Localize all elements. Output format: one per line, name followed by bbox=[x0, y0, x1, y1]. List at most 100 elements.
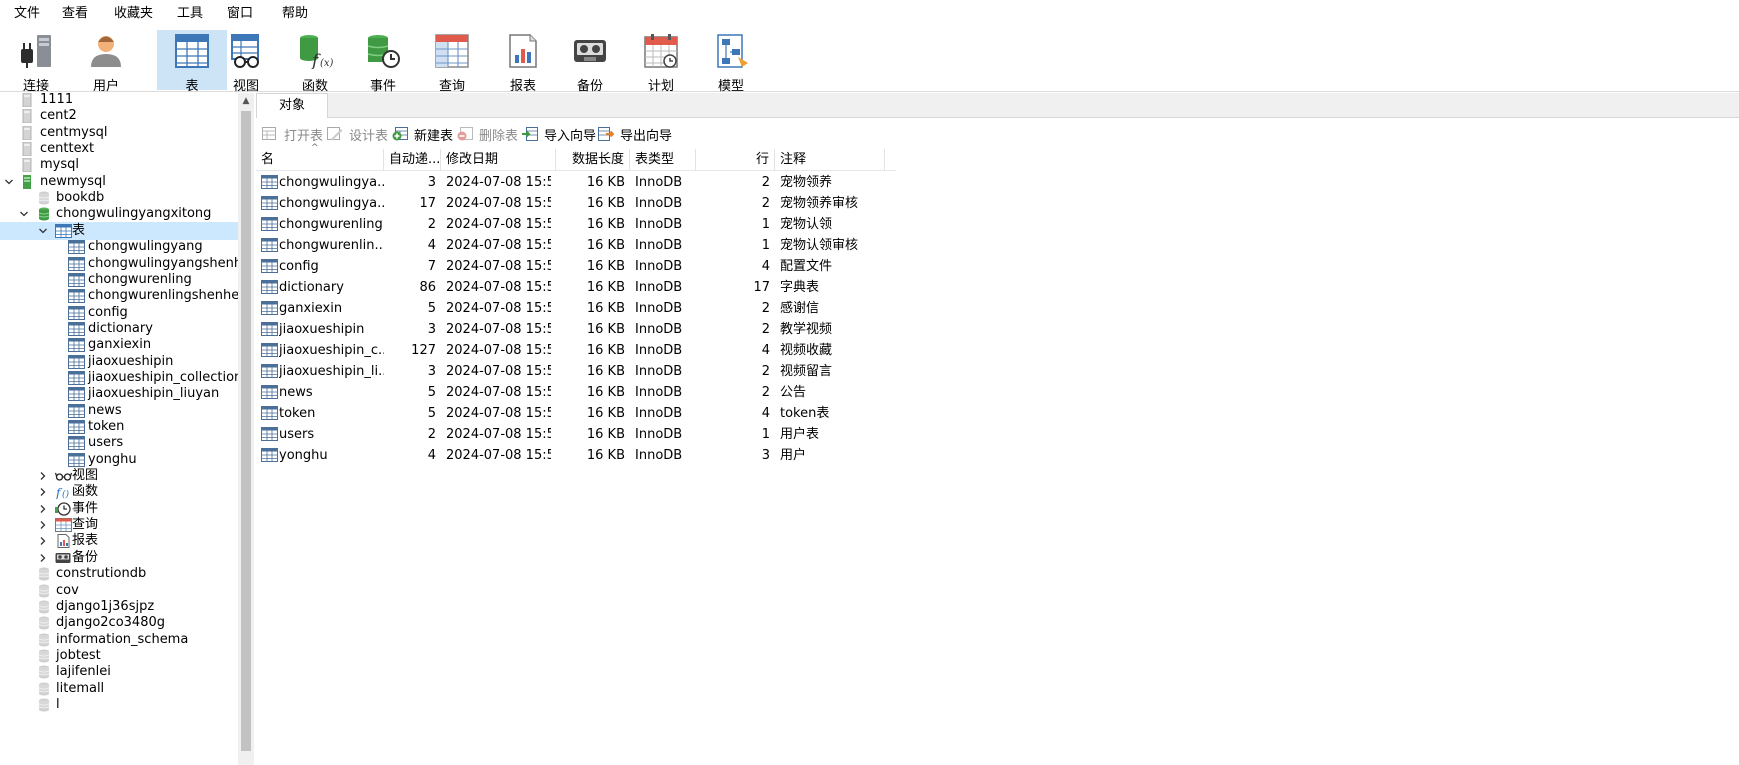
toolbar-event-button[interactable]: 事件 bbox=[350, 30, 416, 94]
tree-item-view[interactable]: 视图 bbox=[0, 467, 238, 485]
tree-item-lajifenlei[interactable]: lajifenlei bbox=[0, 663, 238, 681]
table-row[interactable]: config 7 2024-07-08 15:5... 16 KB InnoDB 4 配置文… bbox=[256, 256, 896, 277]
tree-item-newmysql[interactable]: newmysql bbox=[0, 173, 238, 191]
delete-table-button[interactable]: 删除表 bbox=[457, 123, 518, 145]
tree-item-chongwurenling[interactable]: chongwurenling bbox=[0, 271, 238, 289]
tree-item-table-folder[interactable]: 表 bbox=[0, 221, 238, 240]
tree-item-chongwulingyang[interactable]: chongwulingyang bbox=[0, 238, 238, 256]
export-wizard-button[interactable]: 导出向导 bbox=[598, 123, 672, 145]
column-header-auto-increment[interactable]: 自动递... bbox=[384, 149, 441, 171]
menu-favorites[interactable]: 收藏夹 bbox=[107, 0, 165, 28]
chevron-right-icon[interactable] bbox=[37, 500, 49, 518]
toolbar-view-button[interactable]: 视图 bbox=[213, 30, 279, 94]
tree-item-users[interactable]: users bbox=[0, 434, 238, 452]
table-row[interactable]: chongwulingya... 17 2024-07-08 15:5... 16 K… bbox=[256, 193, 896, 214]
menu-help[interactable]: 帮助 bbox=[275, 0, 320, 28]
action-label: 导出向导 bbox=[620, 128, 673, 144]
tree-item-jobtest[interactable]: jobtest bbox=[0, 647, 238, 665]
menu-tools[interactable]: 工具 bbox=[170, 0, 215, 28]
menu-window[interactable]: 窗口 bbox=[220, 0, 265, 28]
import-wizard-button[interactable]: 导入向导 bbox=[522, 123, 596, 145]
toolbar-connect-button[interactable]: 连接 bbox=[3, 30, 69, 94]
tab-objects[interactable]: 对象 bbox=[256, 93, 328, 118]
toolbar-backup-button[interactable]: 备份 bbox=[557, 30, 623, 94]
tree-item-chongwulingyangxitong[interactable]: chongwulingyangxitong bbox=[0, 205, 238, 223]
toolbar-report-button[interactable]: 报表 bbox=[490, 30, 556, 94]
scroll-up-icon[interactable]: ▲ bbox=[238, 93, 254, 109]
tree-item-bookdb[interactable]: bookdb bbox=[0, 189, 238, 207]
tree-item-dictionary[interactable]: dictionary bbox=[0, 320, 238, 338]
chevron-right-icon[interactable] bbox=[37, 532, 49, 550]
tree-item-litemall[interactable]: litemall bbox=[0, 680, 238, 698]
toolbar-function-button[interactable]: f (x) 函数 bbox=[282, 30, 348, 94]
table-row[interactable]: jiaoxueshipin 3 2024-07-08 15:5... 16 KB Inn… bbox=[256, 319, 896, 340]
table-row[interactable]: news 5 2024-07-08 15:5... 16 KB InnoDB 2 公告 bbox=[256, 382, 896, 403]
cell-modified-date: 2024-07-08 15:5... bbox=[446, 364, 551, 379]
tree-item-query[interactable]: 查询 bbox=[0, 516, 238, 534]
tree-item-jiaoxueshipin[interactable]: jiaoxueshipin bbox=[0, 353, 238, 371]
table-row[interactable]: chongwulingya... 3 2024-07-08 15:5... 16 KB… bbox=[256, 172, 896, 193]
tree-item-label: yonghu bbox=[88, 451, 137, 467]
toolbar-user-button[interactable]: 用户 bbox=[73, 30, 139, 94]
column-header-rows[interactable]: 行 bbox=[696, 149, 775, 171]
calendar-icon bbox=[642, 30, 680, 72]
tree-item-centmysql[interactable]: centmysql bbox=[0, 124, 238, 142]
column-header-modified-date[interactable]: 修改日期 bbox=[441, 149, 556, 171]
tree-scrollbar[interactable]: ▲ bbox=[238, 93, 254, 765]
chevron-right-icon[interactable] bbox=[37, 549, 49, 567]
tree-item-centtext[interactable]: centtext bbox=[0, 140, 238, 158]
tree-item-config[interactable]: config bbox=[0, 304, 238, 322]
toolbar-model-button[interactable]: 模型 bbox=[698, 30, 764, 94]
tree-item-yonghu[interactable]: yonghu bbox=[0, 451, 238, 469]
column-header-comment[interactable]: 注释 bbox=[775, 149, 885, 171]
scrollbar-thumb[interactable] bbox=[241, 111, 251, 751]
tree-item-function[interactable]: f() 函数 bbox=[0, 483, 238, 501]
chevron-down-icon[interactable] bbox=[3, 173, 15, 191]
chevron-down-icon[interactable] bbox=[18, 205, 30, 223]
tree-item-event[interactable]: 事件 bbox=[0, 500, 238, 518]
toolbar-schedule-button[interactable]: 计划 bbox=[628, 30, 694, 94]
table-row[interactable]: token 5 2024-07-08 15:5... 16 KB InnoDB 4 toke… bbox=[256, 403, 896, 424]
column-header-engine[interactable]: 表类型 bbox=[630, 149, 696, 171]
tree-item-mysql[interactable]: mysql bbox=[0, 156, 238, 174]
cell-rows: 4 bbox=[761, 259, 770, 274]
tree-item-report[interactable]: 报表 bbox=[0, 532, 238, 550]
tree-item-cent2[interactable]: cent2 bbox=[0, 107, 238, 125]
tree-item-django2co3480g[interactable]: django2co3480g bbox=[0, 614, 238, 632]
export-wizard-icon bbox=[598, 127, 617, 141]
tree-item-jiaoxueshipin-liuyan[interactable]: jiaoxueshipin_liuyan bbox=[0, 385, 238, 403]
tree-item-label: jiaoxueshipin_collection bbox=[88, 369, 238, 385]
tree-item-chongwurenlingshenhe[interactable]: chongwurenlingshenhe bbox=[0, 287, 238, 305]
tree-item-information-schema[interactable]: information_schema bbox=[0, 631, 238, 649]
tree-item-jiaoxueshipin-collection[interactable]: jiaoxueshipin_collection bbox=[0, 369, 238, 387]
tree-item-news[interactable]: news bbox=[0, 402, 238, 420]
tree-item-cov[interactable]: cov bbox=[0, 582, 238, 600]
new-table-button[interactable]: 新建表 bbox=[392, 123, 453, 145]
table-row[interactable]: jiaoxueshipin_li... 3 2024-07-08 15:5... 16… bbox=[256, 361, 896, 382]
tree-item-l[interactable]: l bbox=[0, 696, 238, 714]
open-table-button[interactable]: 打开表 bbox=[262, 123, 323, 145]
table-row[interactable]: chongwurenling 2 2024-07-08 15:5... 16 KB In… bbox=[256, 214, 896, 235]
table-row[interactable]: jiaoxueshipin_c... 127 2024-07-08 15:5... 1… bbox=[256, 340, 896, 361]
tree-item-chongwulingyangshenhe[interactable]: chongwulingyangshenhe bbox=[0, 255, 238, 273]
table-row[interactable]: users 2 2024-07-08 15:5... 16 KB InnoDB 1 用户表 bbox=[256, 424, 896, 445]
chevron-right-icon[interactable] bbox=[37, 467, 49, 485]
table-row[interactable]: ganxiexin 5 2024-07-08 15:5... 16 KB InnoDB 2… bbox=[256, 298, 896, 319]
tree-item-backup[interactable]: 备份 bbox=[0, 549, 238, 567]
tree-item-token[interactable]: token bbox=[0, 418, 238, 436]
design-table-button[interactable]: 设计表 bbox=[327, 123, 388, 145]
chevron-right-icon[interactable] bbox=[37, 516, 49, 534]
toolbar-query-button[interactable]: 查询 bbox=[419, 30, 485, 94]
table-row[interactable]: yonghu 4 2024-07-08 15:5... 16 KB InnoDB 3 用户 bbox=[256, 445, 896, 466]
column-header-data-length[interactable]: 数据长度 bbox=[556, 149, 630, 171]
menu-file[interactable]: 文件 bbox=[7, 0, 52, 28]
chevron-down-icon[interactable] bbox=[37, 222, 49, 240]
chevron-right-icon[interactable] bbox=[37, 483, 49, 501]
tree-item-django1j36sjpz[interactable]: django1j36sjpz bbox=[0, 598, 238, 616]
table-row[interactable]: chongwurenlin... 4 2024-07-08 15:5... 16 KB… bbox=[256, 235, 896, 256]
menu-view[interactable]: 查看 bbox=[55, 0, 100, 28]
column-header-name[interactable]: 名 bbox=[256, 149, 384, 171]
tree-item-construtiondb[interactable]: construtiondb bbox=[0, 565, 238, 583]
tree-item-ganxiexin[interactable]: ganxiexin bbox=[0, 336, 238, 354]
table-row[interactable]: dictionary 86 2024-07-08 15:5... 16 KB InnoD… bbox=[256, 277, 896, 298]
